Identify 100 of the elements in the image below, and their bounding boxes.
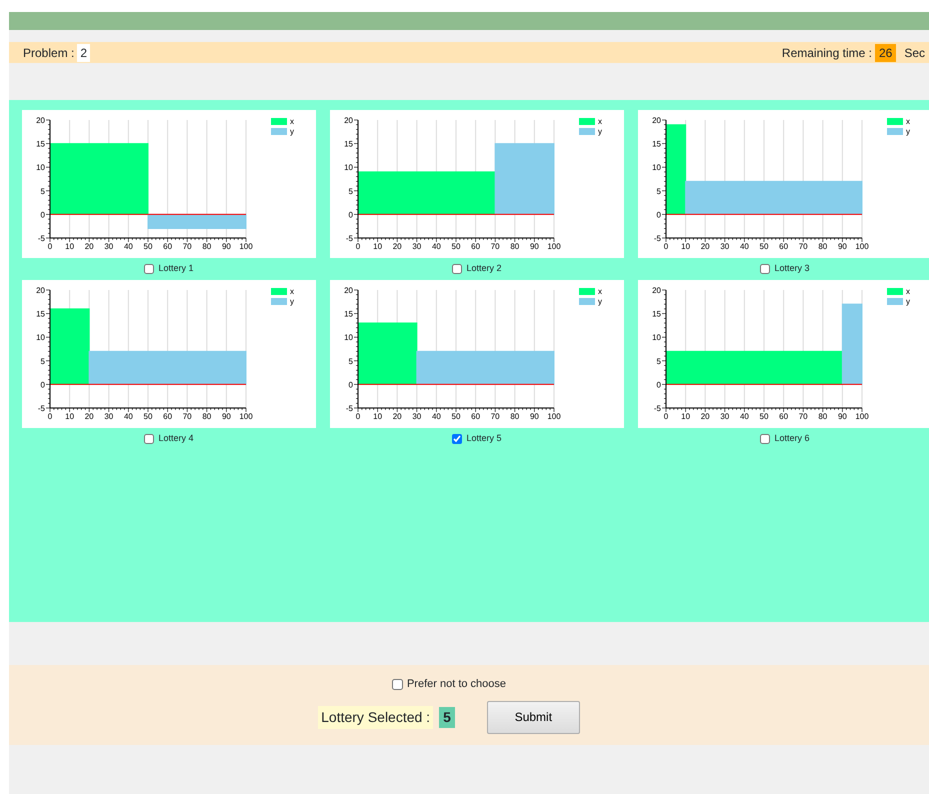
- x-tick-label: 100: [855, 412, 869, 421]
- y-tick-label: 10: [652, 163, 661, 172]
- x-tick-label: 90: [530, 242, 539, 251]
- checkbox-label[interactable]: Lottery 6: [774, 432, 810, 446]
- y-tick-label: 15: [344, 310, 353, 319]
- checkbox-label[interactable]: Lottery 5: [466, 432, 502, 446]
- y-tick-label: 10: [36, 163, 45, 172]
- x-tick-label: 100: [547, 242, 561, 251]
- checkbox[interactable]: [144, 264, 154, 274]
- x-tick-label: 0: [664, 412, 668, 421]
- x-tick-label: 40: [432, 242, 441, 251]
- x-tick-label: 40: [124, 412, 133, 421]
- x-tick-label: 70: [798, 412, 808, 421]
- legend-label: x: [290, 287, 294, 296]
- y-tick-label: 5: [40, 356, 45, 366]
- checkbox[interactable]: [452, 434, 462, 444]
- checkbox[interactable]: [392, 678, 403, 690]
- checkbox-label[interactable]: Prefer not to choose: [406, 676, 506, 692]
- x-tick-label: 60: [779, 242, 788, 251]
- y-tick-label: -5: [346, 404, 353, 413]
- time-unit: Sec: [904, 44, 925, 62]
- checkbox[interactable]: [760, 434, 770, 444]
- remaining-time-label: Remaining time :: [782, 44, 872, 62]
- legend-swatch: [271, 298, 287, 305]
- checkbox[interactable]: [144, 434, 154, 444]
- checkbox[interactable]: [760, 264, 770, 274]
- x-tick-label: 50: [760, 412, 768, 421]
- legend-label: y: [906, 297, 910, 306]
- y-tick-label: 0: [656, 380, 661, 390]
- checkbox-label[interactable]: Lottery 1: [158, 262, 194, 276]
- x-tick-label: 60: [471, 242, 480, 251]
- x-tick-label: 90: [838, 242, 847, 251]
- checkbox-label[interactable]: Lottery 4: [158, 432, 194, 446]
- x-tick-label: 70: [798, 242, 808, 251]
- legend-label: x: [906, 287, 910, 296]
- checkbox-label[interactable]: Lottery 3: [774, 262, 810, 276]
- x-tick-label: 60: [471, 412, 480, 421]
- y-tick-label: 15: [344, 140, 353, 149]
- x-tick-label: 80: [510, 412, 520, 421]
- problem-number: 2: [77, 44, 90, 62]
- x-tick-label: 90: [222, 242, 231, 251]
- x-tick-label: 30: [412, 242, 422, 251]
- x-tick-label: 20: [392, 242, 402, 251]
- x-tick-label: 30: [412, 412, 422, 421]
- y-tick-label: 20: [36, 116, 45, 125]
- y-tick-label: 5: [656, 186, 661, 196]
- x-tick-label: 20: [700, 242, 710, 251]
- legend-label: x: [290, 117, 294, 126]
- legend-swatch: [579, 128, 595, 135]
- x-tick-label: 100: [239, 242, 253, 251]
- x-tick-label: 30: [720, 242, 730, 251]
- x-tick-label: 10: [65, 412, 74, 421]
- x-tick-label: 100: [855, 242, 869, 251]
- y-tick-label: 20: [652, 286, 661, 295]
- problem-label: Problem :: [23, 44, 74, 62]
- checkbox-label[interactable]: Lottery 2: [466, 262, 502, 276]
- x-tick-label: 60: [163, 242, 172, 251]
- x-tick-label: 50: [144, 412, 152, 421]
- lottery-selected-label: Lottery Selected :: [318, 706, 434, 728]
- legend-swatch: [887, 118, 903, 125]
- legend-label: y: [290, 127, 294, 136]
- x-tick-label: 20: [392, 412, 402, 421]
- x-tick-label: 20: [84, 412, 94, 421]
- y-tick-label: -5: [654, 404, 661, 413]
- y-tick-label: -5: [346, 234, 353, 243]
- y-tick-label: 5: [656, 356, 661, 366]
- submit-button[interactable]: Submit: [486, 700, 580, 734]
- x-tick-label: 0: [48, 412, 52, 421]
- x-tick-label: 50: [452, 412, 460, 421]
- x-tick-label: 80: [202, 412, 212, 421]
- x-tick-label: 30: [104, 242, 114, 251]
- x-tick-label: 10: [65, 242, 74, 251]
- x-tick-label: 80: [510, 242, 520, 251]
- x-tick-label: 30: [104, 412, 114, 421]
- legend-swatch: [271, 118, 287, 125]
- x-tick-label: 20: [700, 412, 710, 421]
- y-tick-label: -5: [38, 404, 45, 413]
- x-tick-label: 20: [84, 242, 94, 251]
- y-tick-label: 20: [652, 116, 661, 125]
- x-tick-label: 40: [124, 242, 133, 251]
- x-tick-label: 0: [356, 242, 360, 251]
- y-tick-label: 0: [40, 210, 45, 220]
- legend-label: y: [906, 127, 910, 136]
- x-tick-label: 60: [163, 412, 172, 421]
- legend-label: y: [598, 297, 602, 306]
- x-tick-label: 40: [740, 242, 749, 251]
- y-tick-label: 0: [656, 210, 661, 220]
- y-tick-label: 0: [348, 380, 353, 390]
- x-tick-label: 100: [547, 412, 561, 421]
- y-tick-label: 15: [36, 310, 45, 319]
- y-tick-label: 10: [36, 333, 45, 342]
- y-tick-label: 15: [652, 310, 661, 319]
- legend-label: y: [598, 127, 602, 136]
- y-tick-label: 5: [348, 186, 353, 196]
- checkbox[interactable]: [452, 264, 462, 274]
- legend-swatch: [887, 298, 903, 305]
- legend-swatch: [579, 118, 595, 125]
- x-tick-label: 30: [720, 412, 730, 421]
- x-tick-label: 50: [760, 242, 768, 251]
- remaining-time-value: 26: [874, 44, 896, 62]
